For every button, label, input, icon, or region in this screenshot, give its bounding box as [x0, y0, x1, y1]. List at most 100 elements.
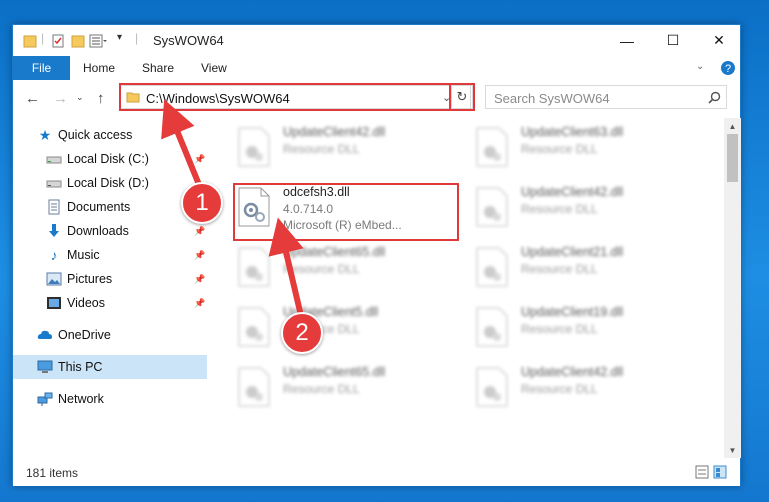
sidebar-item-this-pc[interactable]: This PC	[13, 355, 207, 379]
forward-arrow-icon[interactable]: →	[53, 90, 68, 107]
dll-file-icon	[476, 247, 508, 287]
file-description: Resource DLL	[521, 142, 598, 156]
sidebar-item-label: Music	[67, 248, 100, 262]
tiles-view-icon[interactable]	[713, 465, 727, 479]
vertical-scrollbar[interactable]: ▲ ▼	[724, 118, 741, 458]
pin-icon[interactable]: 📌	[194, 250, 205, 261]
tab-file[interactable]: File	[13, 56, 70, 80]
sidebar-item-pictures[interactable]: Pictures 📌	[13, 267, 207, 291]
title-bar: | ▾ | SysWOW64 — ☐ ✕	[13, 25, 740, 56]
file-description: Resource DLL	[521, 262, 598, 276]
pin-icon[interactable]: 📌	[194, 226, 205, 237]
computer-icon	[37, 360, 53, 373]
sidebar-item-local-disk-d[interactable]: Local Disk (D:)	[13, 171, 207, 195]
file-item[interactable]: UpdateClient42.dll Resource DLL	[469, 361, 699, 417]
file-item[interactable]: UpdateClient65.dll Resource DLL	[231, 361, 461, 417]
dll-file-icon	[476, 187, 508, 227]
dll-file-icon	[476, 307, 508, 347]
sidebar-item-network[interactable]: Network	[13, 387, 207, 411]
videos-icon	[47, 297, 61, 309]
separator: |	[41, 31, 45, 45]
pictures-icon	[46, 272, 62, 286]
minimize-button[interactable]: —	[604, 25, 650, 56]
step-badge-1: 1	[181, 182, 223, 224]
properties-icon[interactable]	[51, 33, 65, 49]
navigation-bar: ← → ⌄ ↑ C:\Windows\SysWOW64 ⌄ ↻ Search S…	[13, 80, 740, 118]
star-icon: ★	[38, 126, 52, 143]
search-box[interactable]: Search SysWOW64	[485, 85, 727, 109]
scroll-thumb[interactable]	[727, 134, 738, 182]
dll-file-icon	[238, 307, 270, 347]
recent-locations-icon[interactable]: ⌄	[76, 92, 84, 103]
file-name: UpdateClient42.dll	[283, 125, 386, 139]
file-description: Resource DLL	[283, 142, 360, 156]
maximize-button[interactable]: ☐	[650, 25, 696, 56]
sidebar-item-label: Network	[58, 392, 104, 406]
sidebar-item-label: This PC	[58, 360, 103, 374]
network-icon	[37, 392, 53, 406]
file-name: UpdateClient63.dll	[521, 125, 624, 139]
file-item[interactable]: UpdateClient21.dll Resource DLL	[469, 241, 699, 297]
tab-share[interactable]: Share	[142, 56, 174, 80]
file-description: Resource DLL	[283, 262, 360, 276]
downloads-icon	[49, 224, 59, 237]
sidebar-item-label: Documents	[67, 200, 131, 214]
status-bar: 181 items	[13, 458, 740, 486]
up-arrow-icon[interactable]: ↑	[97, 90, 105, 107]
sidebar-item-downloads[interactable]: Downloads 📌	[13, 219, 207, 243]
sidebar-item-label: OneDrive	[58, 328, 111, 342]
refresh-highlight-box	[449, 83, 475, 111]
file-description: Resource DLL	[283, 382, 360, 396]
expand-ribbon-icon[interactable]: ⌄	[696, 61, 704, 72]
details-view-icon[interactable]	[695, 465, 709, 479]
item-count: 181 items	[26, 466, 79, 480]
file-item[interactable]: UpdateClient42.dll Resource DLL	[231, 121, 461, 177]
file-item[interactable]: UpdateClient19.dll Resource DLL	[469, 301, 699, 357]
sidebar-item-documents[interactable]: Documents 📌	[13, 195, 207, 219]
pin-icon[interactable]: 📌	[194, 154, 205, 165]
sidebar-item-label: Local Disk (C:)	[67, 152, 149, 166]
scroll-up-arrow-icon[interactable]: ▲	[724, 118, 741, 134]
sidebar-item-music[interactable]: ♪ Music 📌	[13, 243, 207, 267]
explorer-window: | ▾ | SysWOW64 — ☐ ✕ File Home Share Vie…	[12, 24, 741, 486]
dll-file-icon	[476, 127, 508, 167]
pin-icon[interactable]: 📌	[194, 298, 205, 309]
search-icon[interactable]	[708, 91, 721, 104]
file-list: UpdateClient42.dll Resource DLL odcefsh3…	[209, 118, 723, 458]
sidebar-item-videos[interactable]: Videos 📌	[13, 291, 207, 315]
music-icon: ♪	[50, 247, 58, 263]
file-item[interactable]: UpdateClient42.dll Resource DLL	[469, 181, 699, 237]
sidebar-item-onedrive[interactable]: OneDrive	[13, 323, 207, 347]
file-name: UpdateClient65.dll	[283, 365, 386, 379]
file-name: UpdateClient21.dll	[521, 245, 624, 259]
help-icon[interactable]: ?	[720, 60, 736, 76]
sidebar-item-label: Videos	[67, 296, 105, 310]
file-name: UpdateClient65.dll	[283, 245, 386, 259]
file-name: UpdateClient19.dll	[521, 305, 624, 319]
file-description: Resource DLL	[521, 382, 598, 396]
tab-view[interactable]: View	[201, 56, 227, 80]
tab-home[interactable]: Home	[83, 56, 115, 80]
pin-icon[interactable]: 📌	[194, 274, 205, 285]
file-item[interactable]: UpdateClient65.dll Resource DLL	[231, 241, 461, 297]
sidebar-item-quick-access[interactable]: ★ Quick access	[13, 123, 207, 147]
drive-icon	[46, 156, 62, 164]
close-button[interactable]: ✕	[696, 25, 742, 56]
ribbon-tabs: File Home Share View ⌄ ?	[13, 56, 740, 80]
cloud-icon	[37, 330, 52, 339]
file-highlight-box	[233, 183, 459, 241]
quick-access-dropdown-icon[interactable]: ▾	[117, 32, 122, 48]
drive-icon	[46, 180, 62, 188]
new-folder-icon[interactable]	[71, 33, 85, 49]
file-item[interactable]: UpdateClient63.dll Resource DLL	[469, 121, 699, 177]
folder-icon[interactable]	[23, 33, 37, 49]
customize-toolbar-icon[interactable]	[89, 33, 107, 49]
separator: |	[135, 31, 139, 45]
file-item[interactable]: UpdateClient5.dll Resource DLL	[231, 301, 461, 357]
sidebar-item-label: Pictures	[67, 272, 113, 286]
sidebar-item-label: Local Disk (D:)	[67, 176, 149, 190]
address-highlight-box	[119, 83, 451, 111]
sidebar-item-local-disk-c[interactable]: Local Disk (C:) 📌	[13, 147, 207, 171]
scroll-down-arrow-icon[interactable]: ▼	[724, 442, 741, 458]
back-arrow-icon[interactable]: ←	[25, 90, 40, 107]
